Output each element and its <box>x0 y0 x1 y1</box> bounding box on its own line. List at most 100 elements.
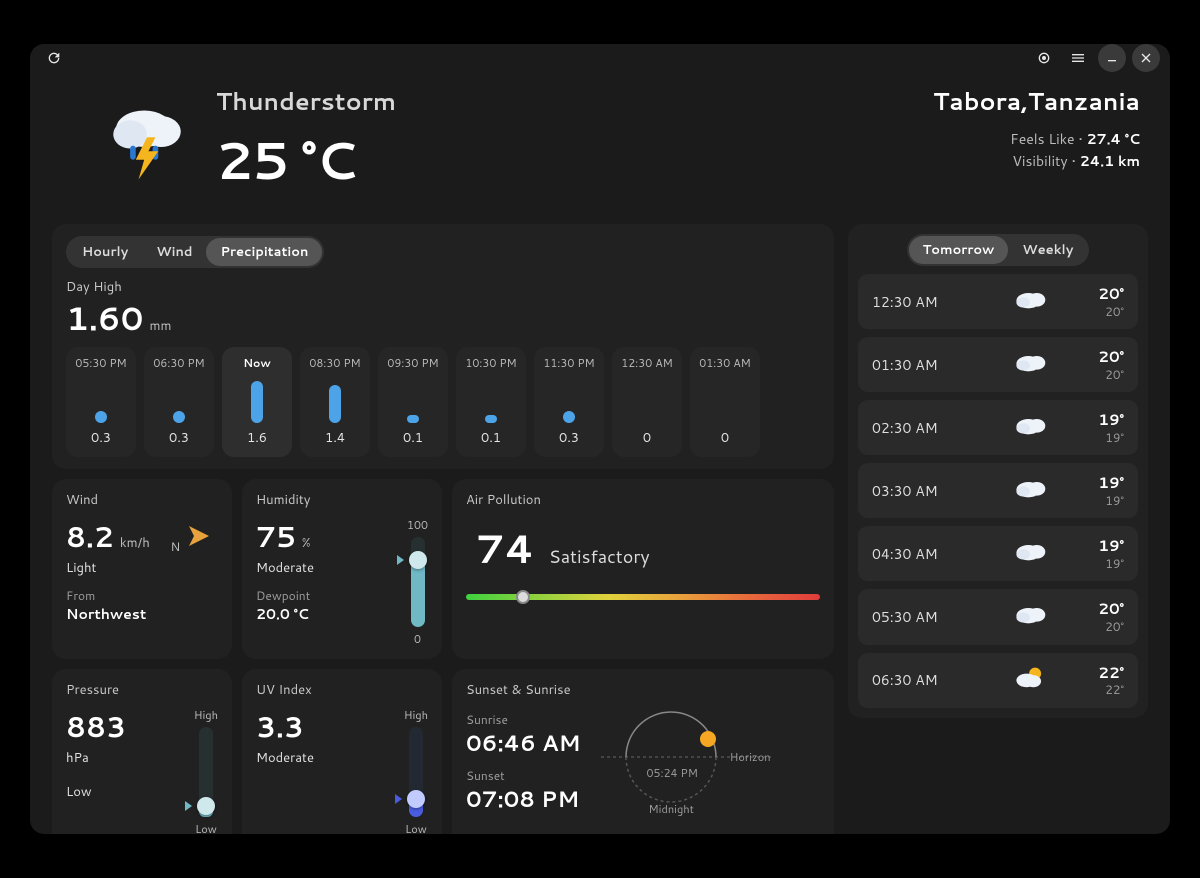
hour-item[interactable]: 08:30 PM 1.4 <box>300 347 370 457</box>
wind-arrow-icon <box>184 521 214 551</box>
hour-value: 1.4 <box>325 429 345 447</box>
close-icon[interactable] <box>1132 44 1160 72</box>
forecast-high: 20° <box>1098 347 1124 367</box>
uv-value: 3.3 <box>256 707 304 747</box>
hour-value: 1.6 <box>247 429 267 447</box>
wind-title: Wind <box>66 491 218 509</box>
tab-hourly[interactable]: Hourly <box>68 238 142 266</box>
hour-time: Now <box>243 355 271 371</box>
hour-item[interactable]: 09:30 PM 0.1 <box>378 347 448 457</box>
sunset-label: Sunset <box>466 767 581 784</box>
hour-value: 0.3 <box>169 429 189 447</box>
tab-tomorrow[interactable]: Tomorrow <box>909 236 1009 264</box>
content: Thunderstorm 25 °C Tabora,Tanzania Feels… <box>30 72 1170 834</box>
hour-time: 06:30 PM <box>153 355 204 371</box>
cloud-icon <box>1013 350 1047 380</box>
sunrise-time: 06:46 AM <box>466 728 581 759</box>
forecast-low: 22° <box>1098 682 1124 698</box>
tab-weekly[interactable]: Weekly <box>1008 236 1087 264</box>
dewpoint-value: 20.0 °C <box>256 604 314 624</box>
sun-now-time: 05:24 PM <box>647 765 698 781</box>
forecast-time: 02:30 AM <box>872 418 962 438</box>
app-window: Thunderstorm 25 °C Tabora,Tanzania Feels… <box>30 44 1170 834</box>
forecast-list: 12:30 AM 20°20°01:30 AM 20°20°02:30 AM 1… <box>858 274 1138 708</box>
forecast-item[interactable]: 01:30 AM 20°20° <box>858 337 1138 392</box>
locate-icon[interactable] <box>1030 44 1058 72</box>
hour-item[interactable]: 05:30 PM 0.3 <box>66 347 136 457</box>
forecast-item[interactable]: 05:30 AM 20°20° <box>858 589 1138 644</box>
dewpoint-label: Dewpoint <box>256 587 314 604</box>
forecast-high: 19° <box>1098 473 1124 493</box>
forecast-time: 05:30 AM <box>872 607 962 627</box>
sunset-time: 07:08 PM <box>466 784 581 815</box>
forecast-time: 12:30 AM <box>872 292 962 312</box>
forecast-panel: Tomorrow Weekly 12:30 AM 20°20°01:30 AM … <box>848 224 1148 718</box>
humidity-desc: Moderate <box>256 559 314 577</box>
pressure-unit: hPa <box>66 749 126 767</box>
humidity-card: Humidity 75% Moderate Dewpoint 20.0 °C 1… <box>242 479 442 659</box>
forecast-low: 20° <box>1098 619 1124 635</box>
cloud-icon <box>1013 287 1047 317</box>
cloud-icon <box>1013 476 1047 506</box>
humidity-title: Humidity <box>256 491 428 509</box>
sun-diagram: Horizon 05:24 PM Midnight <box>601 707 771 817</box>
forecast-high: 19° <box>1098 410 1124 430</box>
hour-item[interactable]: Now 1.6 <box>222 347 292 457</box>
current-temp: 25 °C <box>216 122 396 196</box>
forecast-time: 06:30 AM <box>872 670 962 690</box>
uv-desc: Moderate <box>256 749 314 767</box>
wind-from: Northwest <box>66 604 150 624</box>
hour-item[interactable]: 11:30 PM 0.3 <box>534 347 604 457</box>
forecast-item[interactable]: 04:30 AM 19°19° <box>858 526 1138 581</box>
hour-value: 0 <box>721 429 729 447</box>
hour-time: 10:30 PM <box>465 355 516 371</box>
humidity-value: 75% <box>256 517 310 557</box>
forecast-item[interactable]: 12:30 AM 20°20° <box>858 274 1138 329</box>
hour-item[interactable]: 06:30 PM 0.3 <box>144 347 214 457</box>
forecast-high: 20° <box>1098 599 1124 619</box>
pressure-desc: Low <box>66 783 126 801</box>
hour-value: 0.1 <box>481 429 501 447</box>
tab-precipitation[interactable]: Precipitation <box>206 238 322 266</box>
hour-time: 05:30 PM <box>75 355 126 371</box>
hourly-tabs: Hourly Wind Precipitation <box>66 236 324 268</box>
forecast-low: 19° <box>1098 493 1124 509</box>
wind-card: Wind 8.2km/h Light From Northwest N <box>52 479 232 659</box>
hour-value: 0.3 <box>559 429 579 447</box>
pressure-meter: High Low <box>194 707 218 834</box>
sun-card: Sunset & Sunrise Sunrise 06:46 AM Sunset… <box>452 669 834 834</box>
hour-time: 09:30 PM <box>387 355 438 371</box>
forecast-low: 20° <box>1098 304 1124 320</box>
hour-time: 01:30 AM <box>699 355 751 371</box>
dayhigh-value: 1.60mm <box>66 296 172 341</box>
air-title: Air Pollution <box>466 491 820 509</box>
hour-time: 12:30 AM <box>621 355 673 371</box>
forecast-high: 22° <box>1098 663 1124 683</box>
wind-from-label: From <box>66 587 150 604</box>
pressure-value: 883 <box>66 707 126 747</box>
hourly-panel: Hourly Wind Precipitation Day High 1.60m… <box>52 224 834 469</box>
forecast-low: 19° <box>1098 430 1124 446</box>
uv-title: UV Index <box>256 681 428 699</box>
forecast-low: 20° <box>1098 367 1124 383</box>
horizon-label: Horizon <box>730 749 771 765</box>
menu-icon[interactable] <box>1064 44 1092 72</box>
cloud-icon <box>1013 539 1047 569</box>
hour-item[interactable]: 12:30 AM 0 <box>612 347 682 457</box>
hour-item[interactable]: 10:30 PM 0.1 <box>456 347 526 457</box>
condition-label: Thunderstorm <box>216 84 396 118</box>
forecast-item[interactable]: 06:30 AM 22°22° <box>858 653 1138 708</box>
titlebar <box>30 44 1170 72</box>
hour-value: 0 <box>643 429 651 447</box>
refresh-icon[interactable] <box>40 44 68 72</box>
forecast-item[interactable]: 03:30 AM 19°19° <box>858 463 1138 518</box>
tab-wind[interactable]: Wind <box>142 238 206 266</box>
visibility: Visibility • 24.1 km <box>933 150 1140 172</box>
hour-item[interactable]: 01:30 AM 0 <box>690 347 760 457</box>
hour-time: 11:30 PM <box>543 355 594 371</box>
minimize-icon[interactable] <box>1098 44 1126 72</box>
hour-value: 0.3 <box>91 429 111 447</box>
forecast-time: 04:30 AM <box>872 544 962 564</box>
forecast-item[interactable]: 02:30 AM 19°19° <box>858 400 1138 455</box>
forecast-low: 19° <box>1098 556 1124 572</box>
